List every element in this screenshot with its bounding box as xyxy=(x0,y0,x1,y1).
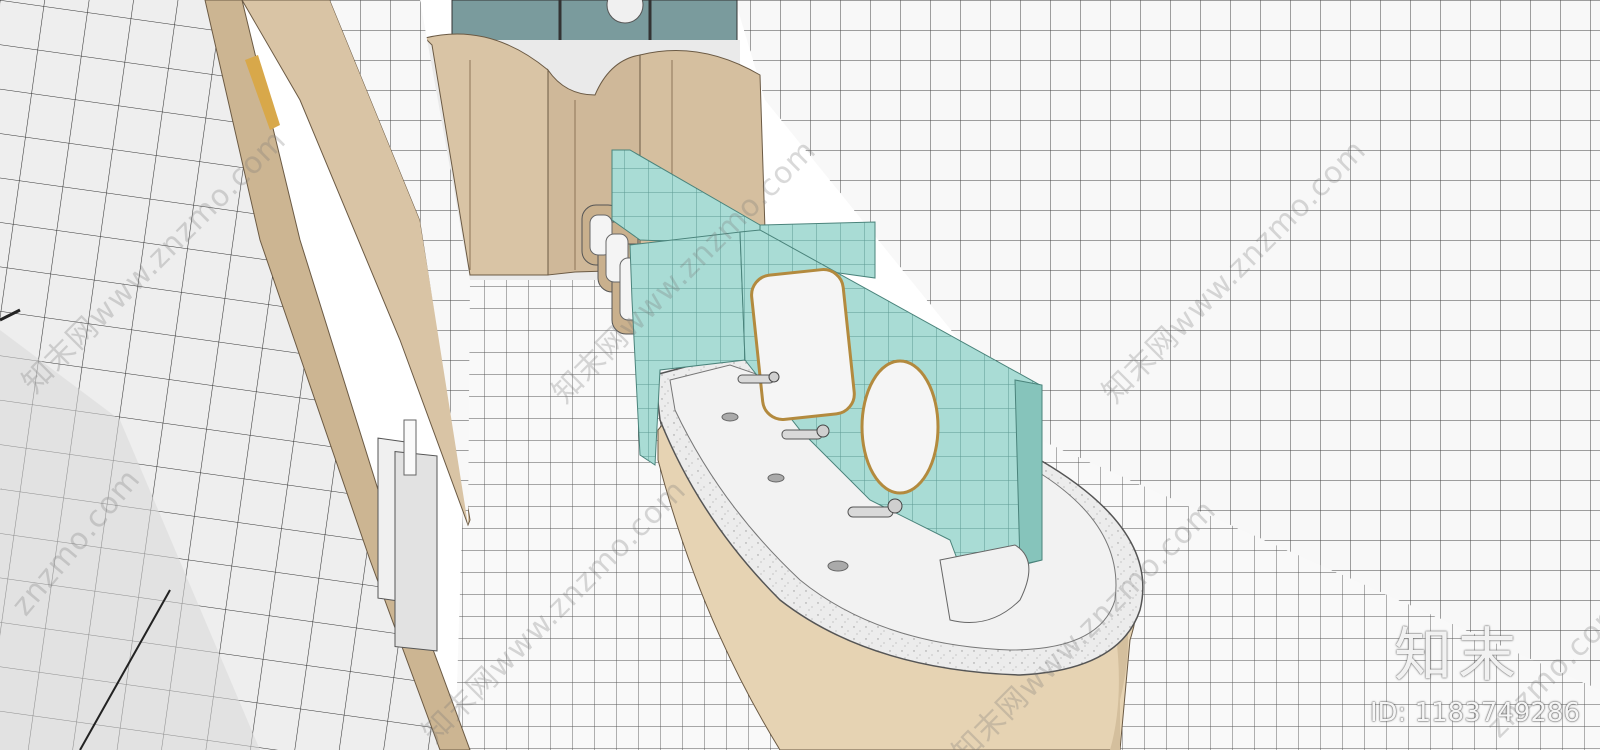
bathroom-render xyxy=(0,0,1600,750)
brand-watermark: 知末 xyxy=(1393,621,1522,689)
render-scene: 知末网www.znzmo.com znzmo.com 知末网www.znzmo.… xyxy=(0,0,1600,750)
image-id-label: ID: 1183749286 xyxy=(1369,698,1580,728)
